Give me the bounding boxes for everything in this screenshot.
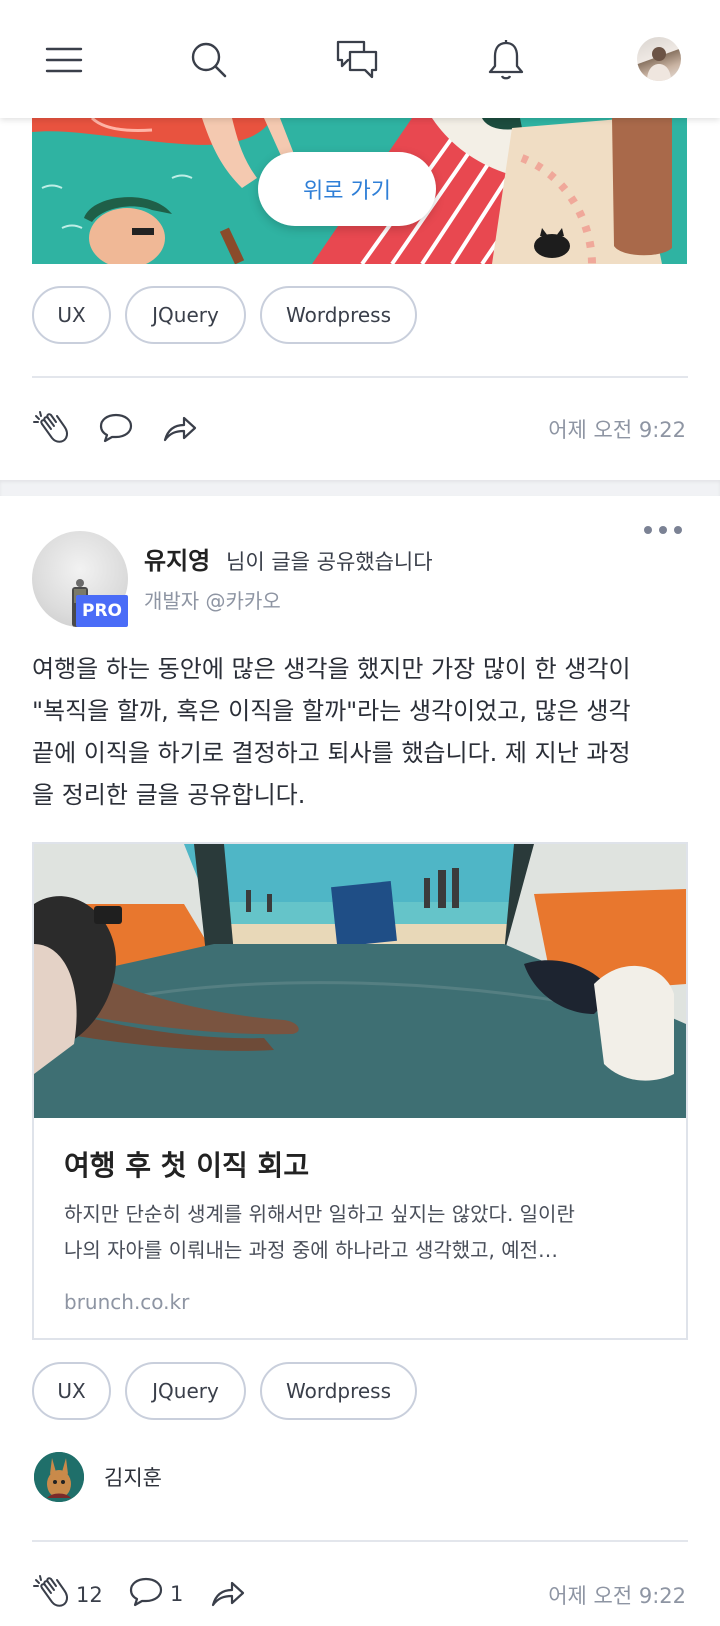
top-bar <box>0 0 720 118</box>
comment-icon <box>98 412 134 448</box>
post-body-line: 을 정리한 글을 공유합니다. <box>32 781 306 809</box>
shared-text: 님이 글을 공유했습니다 <box>226 550 433 574</box>
tag-ux[interactable]: UX <box>32 286 111 344</box>
post-body: 여행을 하는 동안에 많은 생각을 했지만 가장 많이 한 생각이 "복직을 할… <box>32 648 692 816</box>
messages-icon[interactable] <box>333 36 381 84</box>
comment-icon <box>128 1576 164 1612</box>
tag-wordpress[interactable]: Wordpress <box>260 286 417 344</box>
tag-ux[interactable]: UX <box>32 1362 111 1420</box>
divider <box>32 376 688 378</box>
post-body-line: 끝에 이직을 하기로 결정하고 퇴사를 했습니다. 제 지난 과정 <box>32 739 631 767</box>
bell-icon[interactable] <box>482 36 530 84</box>
timestamp: 어제 오전 9:22 <box>548 418 686 442</box>
link-url: brunch.co.kr <box>64 1290 190 1314</box>
scroll-to-top-button[interactable]: 위로 가기 <box>258 152 436 226</box>
comment-button[interactable] <box>98 412 134 448</box>
pro-badge: PRO <box>76 595 128 627</box>
section-separator <box>0 480 720 496</box>
tag-jquery[interactable]: JQuery <box>125 1362 246 1420</box>
timestamp: 어제 오전 9:22 <box>548 1584 686 1608</box>
post-body-line: 여행을 하는 동안에 많은 생각을 했지만 가장 많이 한 생각이 <box>32 655 631 683</box>
share-button[interactable] <box>210 1578 246 1612</box>
share-icon <box>162 413 198 447</box>
author-subtitle: 개발자 @카카오 <box>144 589 281 613</box>
link-title: 여행 후 첫 이직 회고 <box>64 1149 310 1182</box>
link-desc-line: 하지만 단순히 생계를 위해서만 일하고 싶지는 않았다. 일이란 <box>64 1202 575 1226</box>
tag-wordpress[interactable]: Wordpress <box>260 1362 417 1420</box>
link-preview-image <box>34 844 686 1118</box>
clap-icon <box>32 1574 70 1616</box>
comment-button[interactable]: 1 <box>128 1576 183 1612</box>
link-desc-line: 나의 자아를 이뤄내는 과정 중에 하나라고 생각했고, 예전… <box>64 1238 559 1262</box>
profile-avatar[interactable] <box>637 37 681 81</box>
clap-icon <box>32 410 70 452</box>
divider <box>32 1540 688 1542</box>
link-preview-card[interactable]: 여행 후 첫 이직 회고 하지만 단순히 생계를 위해서만 일하고 싶지는 않았… <box>32 842 688 1340</box>
clap-button[interactable] <box>32 410 70 452</box>
comment-count: 1 <box>170 1582 184 1606</box>
share-icon <box>210 1578 246 1612</box>
clap-count: 12 <box>76 1583 103 1607</box>
liker-name[interactable]: 김지훈 <box>104 1462 162 1492</box>
menu-icon[interactable] <box>40 36 88 84</box>
author-name[interactable]: 유지영 <box>144 541 210 576</box>
tag-jquery[interactable]: JQuery <box>125 286 246 344</box>
clap-button[interactable]: 12 <box>32 1574 103 1616</box>
liker-avatar[interactable] <box>34 1452 84 1502</box>
more-options-icon[interactable] <box>644 520 688 540</box>
share-button[interactable] <box>162 413 198 447</box>
post-body-line: "복직을 할까, 혹은 이직을 할까"라는 생각이었고, 많은 생각 <box>32 697 631 725</box>
search-icon[interactable] <box>185 36 233 84</box>
link-description: 하지만 단순히 생계를 위해서만 일하고 싶지는 않았다. 일이란 나의 자아를… <box>64 1196 654 1268</box>
feed-page: 위로 가기 UX JQuery Wordpress 어제 오전 9:22 PRO… <box>0 0 720 1626</box>
